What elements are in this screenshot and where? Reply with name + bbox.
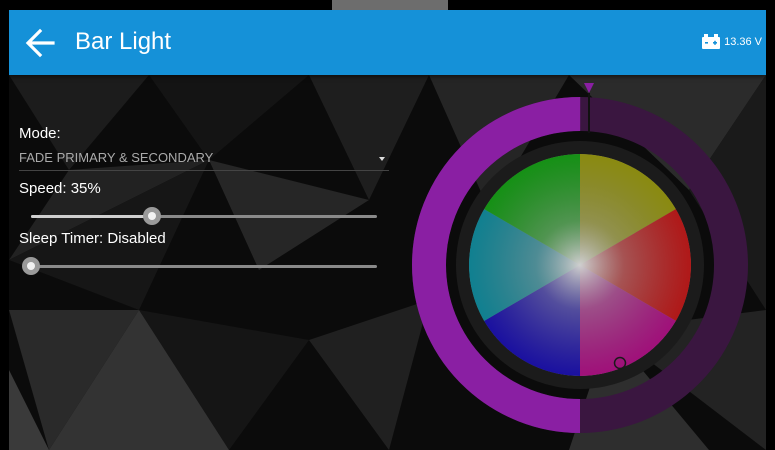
sleep-timer-label: Sleep Timer: Disabled — [19, 230, 166, 247]
battery-icon — [702, 34, 721, 49]
speed-slider-fill — [31, 215, 153, 218]
sleep-slider-thumb[interactable] — [22, 257, 40, 275]
arrow-left-icon — [25, 28, 55, 58]
battery-status: 13.36 V — [701, 32, 762, 52]
sleep-slider-track — [31, 265, 377, 268]
app-bar: Bar Light 13.36 V — [9, 10, 766, 75]
dropdown-arrow-icon — [379, 157, 385, 161]
page-title: Bar Light — [75, 28, 172, 55]
mode-dropdown[interactable]: FADE PRIMARY & SECONDARY — [19, 148, 389, 171]
mode-value: FADE PRIMARY & SECONDARY — [19, 150, 214, 165]
mode-label: Mode: — [19, 125, 61, 142]
ring-start-marker — [584, 83, 594, 93]
color-picker[interactable] — [409, 75, 766, 450]
speed-slider-thumb[interactable] — [143, 207, 162, 225]
battery-voltage: 13.36 V — [724, 36, 762, 48]
device-frame: Bar Light 13.36 V Mode: FADE PRIMARY & S… — [0, 0, 775, 450]
sleep-timer-slider[interactable] — [22, 256, 377, 276]
app-screen: Bar Light 13.36 V Mode: FADE PRIMARY & S… — [9, 10, 766, 450]
speed-label: Speed: 35% — [19, 180, 101, 197]
speed-slider[interactable] — [31, 206, 377, 226]
back-button[interactable] — [23, 26, 57, 60]
hue-wheel[interactable] — [469, 154, 691, 376]
